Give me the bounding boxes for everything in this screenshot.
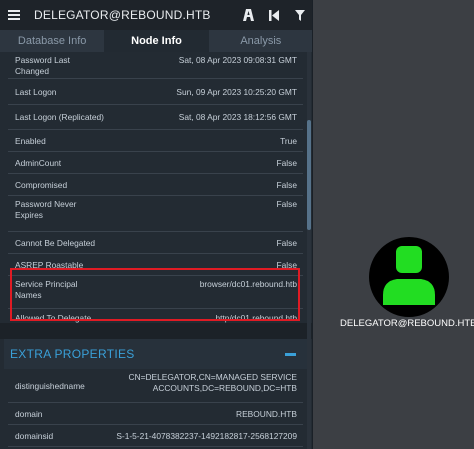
property-key: Last Logon (Replicated) bbox=[15, 112, 104, 122]
property-value: False bbox=[276, 157, 297, 168]
property-key: domainsid bbox=[15, 430, 54, 441]
selected-node-title[interactable]: DELEGATOR@REBOUND.HTB bbox=[34, 8, 235, 22]
property-key: Last Logon bbox=[15, 86, 57, 97]
property-value: S-1-5-21-4078382237-1492182817-256812720… bbox=[116, 430, 297, 441]
graph-node[interactable] bbox=[369, 237, 449, 317]
property-key: Compromised bbox=[15, 179, 68, 190]
property-value: False bbox=[276, 237, 297, 248]
graph-node-label: DELEGATOR@REBOUND.HTB bbox=[340, 318, 474, 329]
property-row: Last Logon Sun, 09 Apr 2023 10:25:20 GMT bbox=[8, 79, 303, 105]
extra-properties-header[interactable]: EXTRA PROPERTIES bbox=[4, 339, 307, 369]
property-value: False bbox=[276, 179, 297, 190]
property-key: Enabled bbox=[15, 135, 46, 146]
collapse-icon[interactable] bbox=[283, 347, 297, 361]
property-row: Password Last Changed Sat, 08 Apr 2023 09:… bbox=[8, 52, 303, 79]
property-value: False bbox=[276, 199, 297, 209]
property-key: AdminCount bbox=[15, 157, 62, 168]
extra-properties-table: distinguishedname CN=DELEGATOR,CN=MANAGED… bbox=[8, 369, 303, 447]
property-value: True bbox=[280, 135, 297, 146]
filter-icon[interactable] bbox=[287, 0, 312, 30]
property-key: Cannot Be Delegated bbox=[15, 237, 96, 248]
property-row: Last Logon (Replicated) Sat, 08 Apr 2023 … bbox=[8, 105, 303, 130]
property-row: distinguishedname CN=DELEGATOR,CN=MANAGED… bbox=[8, 369, 303, 403]
node-info-panel: DELEGATOR@REBOUND.HTB Database Info Node… bbox=[0, 0, 313, 449]
scrollbar-thumb[interactable] bbox=[307, 120, 311, 230]
property-row: Compromised False bbox=[8, 174, 303, 196]
property-key: Password Never Expires bbox=[15, 199, 77, 220]
property-value: Sun, 09 Apr 2023 10:25:20 GMT bbox=[176, 86, 297, 97]
property-row: Cannot Be Delegated False bbox=[8, 232, 303, 254]
property-row: Enabled True bbox=[8, 130, 303, 152]
property-key: Password Last Changed bbox=[15, 55, 70, 76]
section-divider bbox=[0, 323, 312, 339]
property-row: domain REBOUND.HTB bbox=[8, 403, 303, 425]
user-icon bbox=[383, 246, 435, 305]
property-key: domain bbox=[15, 408, 43, 419]
property-value: Sat, 08 Apr 2023 09:08:31 GMT bbox=[178, 55, 297, 65]
property-value: Sat, 08 Apr 2023 18:12:56 GMT bbox=[178, 112, 297, 122]
pathfinding-icon[interactable] bbox=[235, 0, 261, 30]
highlight-box bbox=[10, 268, 300, 321]
property-row: Password Never Expires False bbox=[8, 196, 303, 232]
tab-analysis[interactable]: Analysis bbox=[209, 30, 312, 52]
tab-node-info[interactable]: Node Info bbox=[104, 30, 209, 52]
back-icon[interactable] bbox=[261, 0, 287, 30]
panel-tabs: Database Info Node Info Analysis bbox=[0, 30, 312, 52]
search-bar: DELEGATOR@REBOUND.HTB bbox=[0, 0, 312, 30]
scrollbar[interactable] bbox=[307, 52, 311, 449]
tab-database-info[interactable]: Database Info bbox=[0, 30, 104, 52]
extra-properties-title: EXTRA PROPERTIES bbox=[10, 347, 135, 361]
property-key: distinguishedname bbox=[15, 380, 85, 391]
property-value: REBOUND.HTB bbox=[236, 408, 297, 419]
property-value: CN=DELEGATOR,CN=MANAGED SERVICE ACCOUNTS,… bbox=[128, 372, 297, 393]
property-row: domainsid S-1-5-21-4078382237-1492182817-… bbox=[8, 425, 303, 447]
property-row: AdminCount False bbox=[8, 152, 303, 174]
menu-icon[interactable] bbox=[0, 0, 28, 30]
